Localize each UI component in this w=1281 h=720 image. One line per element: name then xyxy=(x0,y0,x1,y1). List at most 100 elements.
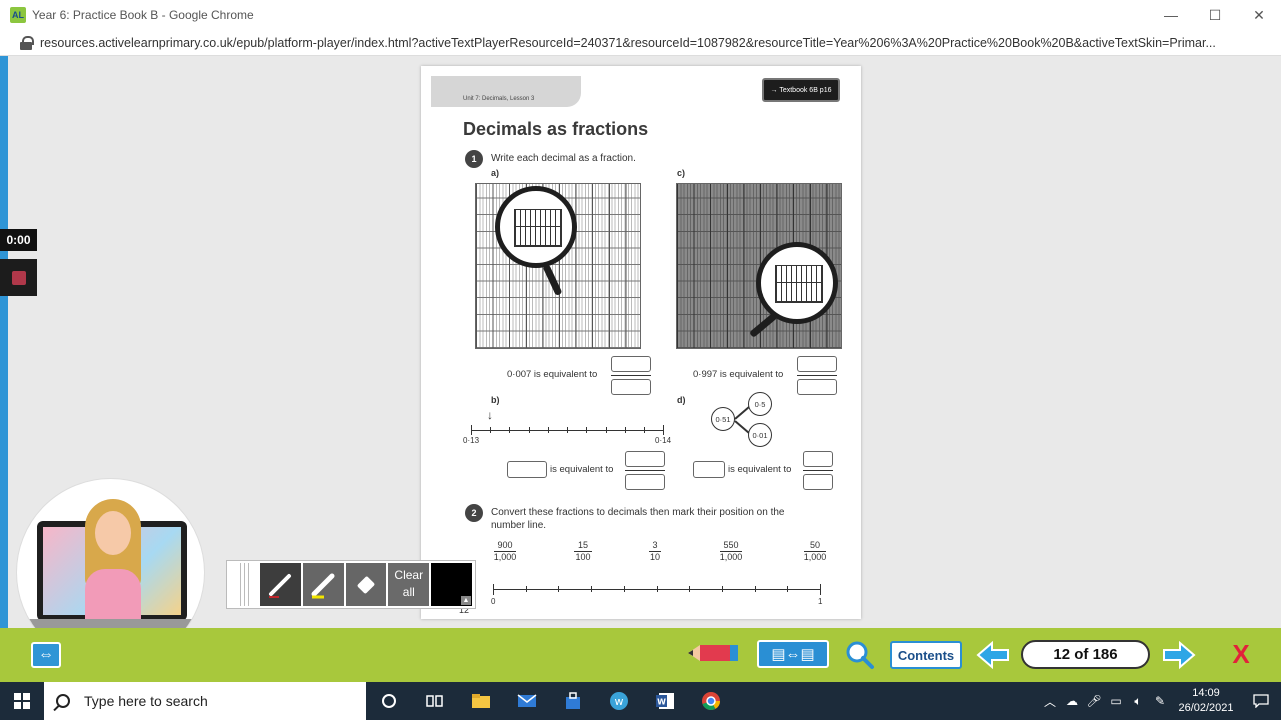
next-page-arrow-icon[interactable] xyxy=(1162,641,1196,669)
fraction-bar xyxy=(611,375,651,376)
fraction-2: 15 100 xyxy=(571,540,595,563)
whole-bubble: 0·51 xyxy=(711,407,735,431)
contents-button[interactable]: Contents xyxy=(890,641,962,669)
volume-icon[interactable]: 🔈︎ xyxy=(1127,694,1149,709)
part-a-numerator-box[interactable] xyxy=(611,356,651,372)
taskbar-clock[interactable]: 14:09 26/02/2021 xyxy=(1171,686,1241,716)
part-d-decimal-box[interactable] xyxy=(693,461,725,478)
tick xyxy=(657,586,658,592)
clock-time: 14:09 xyxy=(1192,687,1220,699)
window-title: Year 6: Practice Book B - Google Chrome xyxy=(32,8,254,22)
close-book-button[interactable]: X xyxy=(1228,639,1254,669)
part-c-statement: 0·997 is equivalent to xyxy=(693,369,784,380)
word-icon: W xyxy=(656,693,674,709)
store-button[interactable] xyxy=(550,682,596,720)
page-spread-button[interactable]: ▤⇔▤ xyxy=(757,640,829,668)
show-hidden-icons-chevron-icon[interactable]: ︿ xyxy=(1039,693,1061,710)
toolbar-drag-handle[interactable] xyxy=(230,563,260,606)
zoom-icon[interactable] xyxy=(845,640,875,670)
close-window-button[interactable]: ✕ xyxy=(1237,0,1281,30)
whiteboard-icon: w xyxy=(610,692,628,710)
maximize-button[interactable]: ☐ xyxy=(1193,0,1237,30)
fraction-5-numerator: 50 xyxy=(809,540,820,550)
whiteboard-app-button[interactable]: w xyxy=(596,682,642,720)
part-b-denominator-box[interactable] xyxy=(625,474,665,490)
part-b-statement: is equivalent to xyxy=(550,464,614,475)
fraction-4-numerator: 550 xyxy=(723,540,739,550)
notifications-button[interactable] xyxy=(1241,694,1281,708)
clock-date: 26/02/2021 xyxy=(1178,702,1234,714)
taskbar-search-box[interactable]: Type here to search xyxy=(44,682,366,720)
spread-view-icon: ▤⇔▤ xyxy=(771,646,815,663)
fraction-bar xyxy=(625,470,665,471)
question-1-text: Write each decimal as a fraction. xyxy=(491,153,636,164)
part-a-denominator-box[interactable] xyxy=(611,379,651,395)
tick xyxy=(526,586,527,592)
pen-workspace-icon[interactable]: ✎ xyxy=(1149,694,1171,708)
fraction-5: 50 1,000 xyxy=(801,540,829,563)
pencil-tool-icon[interactable] xyxy=(686,641,740,665)
cortana-icon xyxy=(382,694,396,708)
pen-tool-button[interactable] xyxy=(259,563,301,606)
page-indicator[interactable]: 12 of 186 xyxy=(1021,640,1150,669)
expand-toolbar-button[interactable]: ⇔ xyxy=(31,642,61,668)
question-number-2: 2 xyxy=(465,504,483,522)
tick xyxy=(493,584,494,595)
notification-icon xyxy=(1253,694,1269,708)
fraction-2-denominator: 100 xyxy=(575,552,591,562)
search-icon xyxy=(56,694,70,708)
highlighter-tool-button[interactable] xyxy=(302,563,344,606)
part-a-label: a) xyxy=(491,168,500,178)
tick xyxy=(558,586,559,592)
left-edge-strip xyxy=(0,56,8,628)
previous-page-arrow-icon[interactable] xyxy=(976,641,1010,669)
task-view-button[interactable] xyxy=(412,682,458,720)
fraction-bar xyxy=(803,470,833,471)
part-d-numerator-box[interactable] xyxy=(803,451,833,467)
tick xyxy=(586,427,587,433)
start-button[interactable] xyxy=(0,682,44,720)
part-c-label: c) xyxy=(677,168,686,178)
stop-recording-button[interactable] xyxy=(0,259,37,296)
task-view-icon xyxy=(426,695,443,707)
svg-text:W: W xyxy=(657,698,666,707)
part-b-decimal-box[interactable] xyxy=(507,461,547,478)
question-number-1: 1 xyxy=(465,150,483,168)
clear-all-button[interactable]: Clear all xyxy=(388,563,430,606)
store-icon xyxy=(566,692,580,709)
fraction-3-numerator: 3 xyxy=(652,540,658,550)
tick xyxy=(663,425,664,435)
eraser-tool-button[interactable] xyxy=(345,563,387,606)
book-page: Unit 7: Decimals, Lesson 3 → Textbook 6B… xyxy=(421,66,861,619)
mail-button[interactable] xyxy=(504,682,550,720)
fraction-2-numerator: 15 xyxy=(577,540,588,550)
double-arrow-icon: ⇔ xyxy=(38,646,54,663)
network-icon[interactable]: ▭ xyxy=(1105,694,1127,708)
eraser-icon xyxy=(357,576,375,593)
fraction-3: 3 10 xyxy=(647,540,663,563)
number-line-b-start: 0·13 xyxy=(463,436,480,445)
highlighter-icon xyxy=(311,573,335,598)
part-c-denominator-box[interactable] xyxy=(797,379,837,395)
part-d-denominator-box[interactable] xyxy=(803,474,833,490)
recording-timer: 0:00 xyxy=(0,229,37,251)
part-b-numerator-box[interactable] xyxy=(625,451,665,467)
chrome-button[interactable] xyxy=(688,682,734,720)
onedrive-icon[interactable]: ☁ xyxy=(1061,694,1083,708)
color-swatch-button[interactable] xyxy=(431,563,473,606)
tick xyxy=(644,427,645,433)
fraction-4-denominator: 1,000 xyxy=(719,552,743,562)
number-line-b-end: 0·14 xyxy=(655,436,672,445)
url-text[interactable]: resources.activelearnprimary.co.uk/epub/… xyxy=(40,36,1260,50)
microphone-icon[interactable]: 🎤︎ xyxy=(1083,694,1105,708)
file-explorer-button[interactable] xyxy=(458,682,504,720)
word-button[interactable]: W xyxy=(642,682,688,720)
unit-tab: Unit 7: Decimals, Lesson 3 xyxy=(431,76,581,107)
lock-icon[interactable] xyxy=(20,35,34,50)
cortana-button[interactable] xyxy=(366,682,412,720)
minimize-button[interactable]: — xyxy=(1149,0,1193,30)
magnifier-c xyxy=(756,242,838,324)
part-c-numerator-box[interactable] xyxy=(797,356,837,372)
address-bar[interactable]: resources.activelearnprimary.co.uk/epub/… xyxy=(0,30,1281,56)
tick xyxy=(509,427,510,433)
